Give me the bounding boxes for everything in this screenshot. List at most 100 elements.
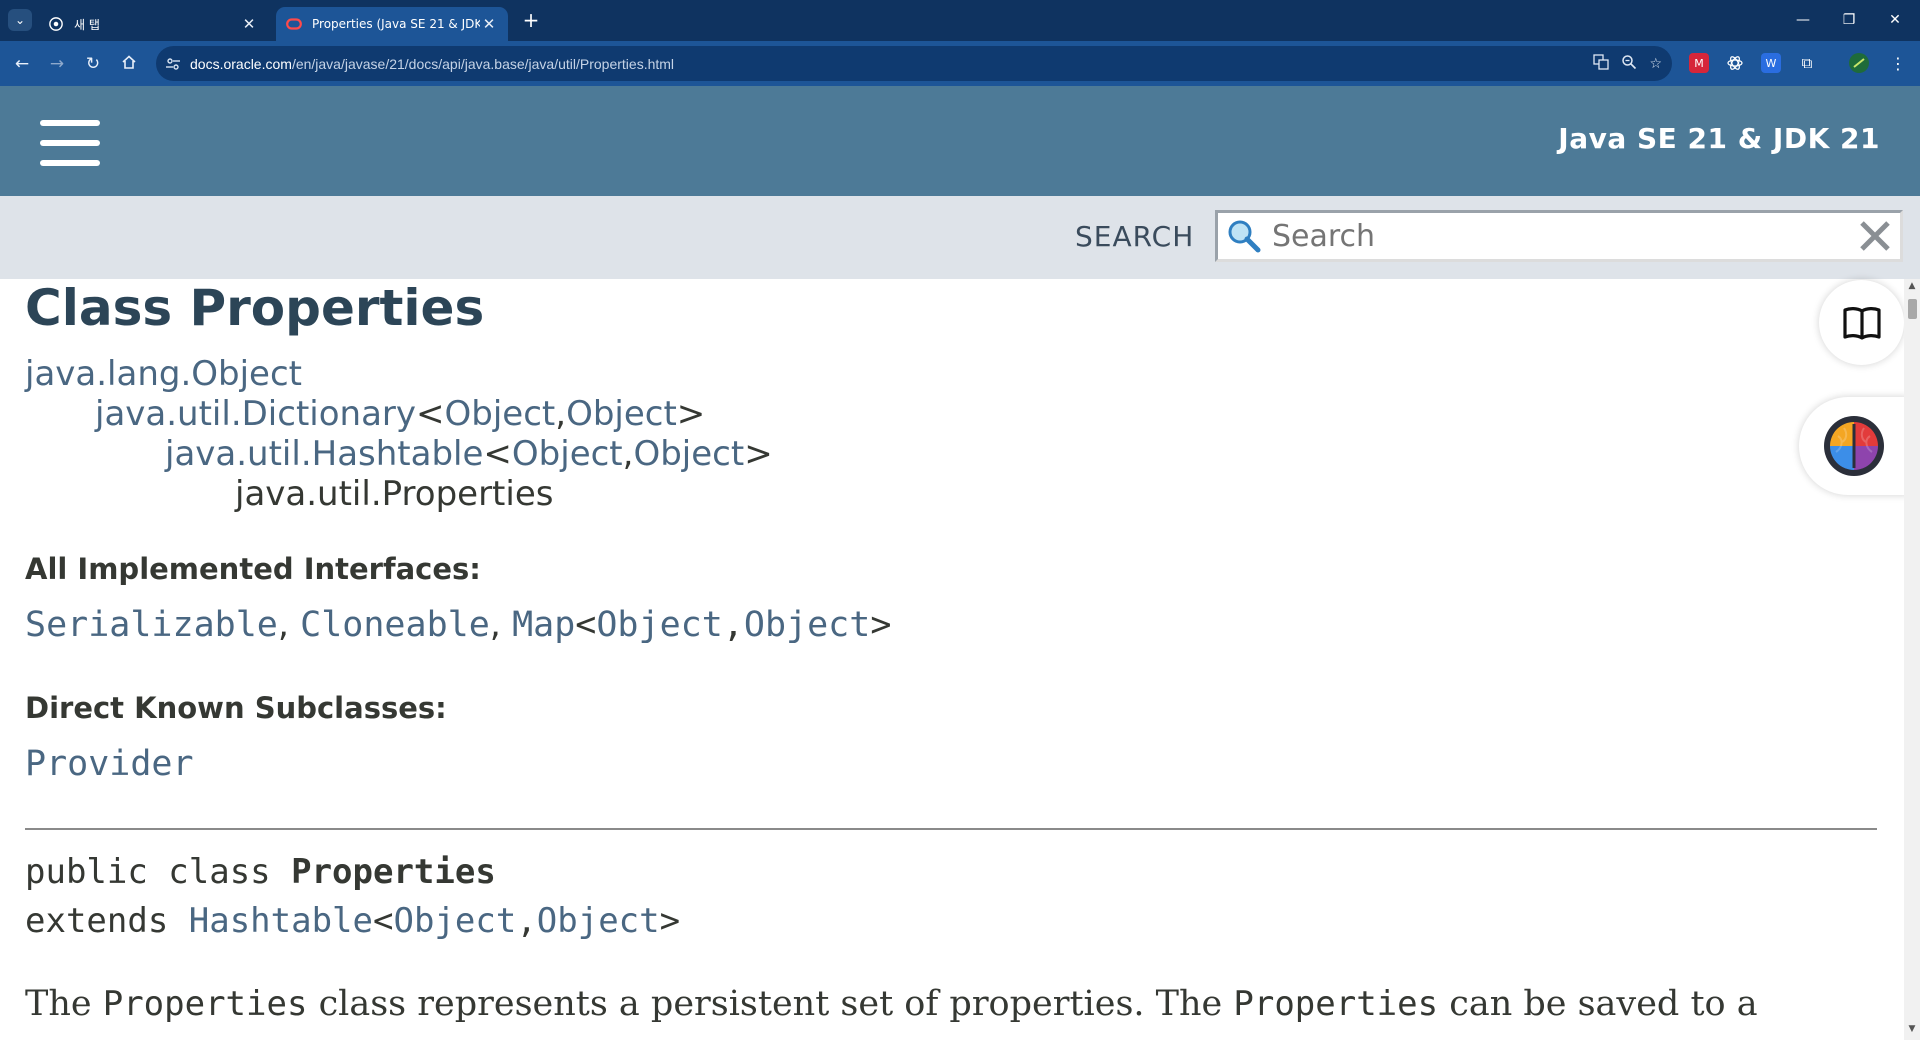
reload-icon: ↻ <box>85 54 101 74</box>
object-link[interactable]: Object <box>633 434 744 474</box>
open-book-icon <box>1842 306 1881 340</box>
type-bracket: > <box>870 605 892 645</box>
class-name: Properties <box>291 852 496 892</box>
arrow-left-icon: ← <box>14 54 30 74</box>
type-bracket: < <box>373 901 394 941</box>
profile-avatar[interactable] <box>1849 53 1869 73</box>
reader-mode-button[interactable] <box>1819 280 1904 365</box>
scroll-up-arrow-icon[interactable]: ▲ <box>1904 281 1920 295</box>
close-tab-icon[interactable]: ✕ <box>480 15 498 33</box>
bookmark-star-icon[interactable]: ☆ <box>1649 56 1662 72</box>
ai-assistant-button[interactable] <box>1799 397 1909 495</box>
reload-button[interactable]: ↻ <box>80 51 106 77</box>
interfaces-heading: All Implemented Interfaces: <box>25 552 481 586</box>
provider-link[interactable]: Provider <box>25 744 194 784</box>
class-signature-line-2: extends Hashtable<Object,Object> <box>25 901 680 941</box>
extension-w-icon[interactable]: W <box>1761 53 1781 73</box>
object-link[interactable]: Object <box>512 434 623 474</box>
object-link[interactable]: Object <box>393 901 516 941</box>
close-window-button[interactable]: ✕ <box>1872 6 1918 34</box>
search-field[interactable] <box>1215 210 1903 262</box>
type-separator: , <box>622 434 634 474</box>
extends-keyword: extends <box>25 901 189 941</box>
type-bracket: < <box>575 605 597 645</box>
more-menu-icon[interactable]: ⋮ <box>1888 53 1908 73</box>
inheritance-tree-level-0: java.lang.Object <box>25 354 302 394</box>
brain-icon <box>1824 416 1884 476</box>
interfaces-list: Serializable, Cloneable, Map<Object,Obje… <box>25 605 891 645</box>
tab-search-button[interactable]: ⌄ <box>8 9 32 31</box>
serializable-link[interactable]: Serializable <box>25 605 278 645</box>
extension-m-icon[interactable]: M <box>1689 53 1709 73</box>
url-host: docs.oracle.com <box>190 55 292 72</box>
object-link[interactable]: Object <box>596 605 722 645</box>
java-lang-object-link[interactable]: java.lang.Object <box>25 354 302 394</box>
inheritance-tree-level-1: java.util.Dictionary<Object,Object> <box>95 394 705 434</box>
close-tab-icon[interactable]: ✕ <box>240 15 258 33</box>
type-separator: , <box>555 394 567 434</box>
type-bracket: > <box>659 901 681 941</box>
map-link[interactable]: Map <box>512 605 575 645</box>
home-button[interactable] <box>116 51 142 77</box>
current-class-name: java.util.Properties <box>235 474 554 514</box>
object-link[interactable]: Object <box>445 394 556 434</box>
page-scrollbar[interactable]: ▲ ▼ <box>1904 279 1920 1040</box>
hamburger-menu-icon[interactable] <box>40 120 100 166</box>
close-icon: ✕ <box>1889 12 1901 28</box>
object-link[interactable]: Object <box>744 605 870 645</box>
inheritance-tree-level-2: java.util.Hashtable<Object,Object> <box>165 434 773 474</box>
inline-code: Properties <box>1233 984 1439 1024</box>
search-input[interactable] <box>1272 218 1832 254</box>
browser-tab-strip: ⌄ 새 탭 ✕ Properties (Java SE 21 & JDK 21)… <box>0 0 1920 41</box>
oracle-icon <box>286 16 302 32</box>
extension-atom-icon[interactable] <box>1725 53 1745 73</box>
description-text: can be saved to a <box>1438 984 1758 1024</box>
zoom-icon[interactable] <box>1621 54 1637 74</box>
extensions-puzzle-icon[interactable]: ⧉ <box>1797 53 1817 73</box>
object-link[interactable]: Object <box>537 901 660 941</box>
subclasses-list: Provider <box>25 744 194 784</box>
site-info-icon[interactable] <box>156 57 190 71</box>
chrome-icon <box>48 16 64 32</box>
hashtable-link[interactable]: Hashtable <box>189 901 373 941</box>
doc-top-nav: Java SE 21 & JDK 21 <box>0 86 1920 196</box>
browser-toolbar: ← → ↻ docs.oracle.com/en/java/javase/21/… <box>0 41 1920 86</box>
object-link[interactable]: Object <box>566 394 677 434</box>
home-icon <box>121 54 137 75</box>
tab-properties[interactable]: Properties (Java SE 21 & JDK 21) ✕ <box>276 7 508 41</box>
minimize-icon: — <box>1796 12 1810 28</box>
modifiers: public class <box>25 852 292 892</box>
minimize-button[interactable]: — <box>1780 6 1826 34</box>
inline-code: Properties <box>102 984 308 1024</box>
back-button[interactable]: ← <box>9 51 35 77</box>
class-description: Class Properties java.lang.Object java.u… <box>0 279 1904 1040</box>
cloneable-link[interactable]: Cloneable <box>300 605 490 645</box>
plus-icon: + <box>522 8 540 32</box>
url-path: /en/java/javase/21/docs/api/java.base/ja… <box>291 55 675 72</box>
tab-title: Properties (Java SE 21 & JDK 21) <box>312 17 480 31</box>
page-title: Class Properties <box>25 279 485 337</box>
search-label: SEARCH <box>1075 220 1195 253</box>
address-bar[interactable]: docs.oracle.com/en/java/javase/21/docs/a… <box>156 46 1672 81</box>
doc-sub-nav: SEARCH <box>0 196 1920 279</box>
description-paragraph: The Properties class represents a persis… <box>25 984 1758 1024</box>
translate-icon[interactable] <box>1593 53 1610 74</box>
forward-button[interactable]: → <box>44 51 70 77</box>
reset-x-icon[interactable] <box>1856 217 1894 255</box>
restore-button[interactable]: ❐ <box>1826 6 1872 34</box>
scroll-thumb[interactable] <box>1908 299 1917 319</box>
hashtable-link[interactable]: java.util.Hashtable <box>165 434 483 474</box>
horizontal-divider <box>25 828 1877 830</box>
subclasses-heading: Direct Known Subclasses: <box>25 691 447 725</box>
scroll-down-arrow-icon[interactable]: ▼ <box>1904 1024 1920 1038</box>
inheritance-tree-level-3: java.util.Properties <box>235 474 553 514</box>
list-separator: , <box>277 605 301 645</box>
restore-icon: ❐ <box>1842 12 1856 28</box>
tab-new-tab[interactable]: 새 탭 ✕ <box>38 7 268 41</box>
dictionary-link[interactable]: java.util.Dictionary <box>95 394 416 434</box>
about-language: Java SE 21 & JDK 21 <box>1558 122 1880 155</box>
description-text: The <box>25 984 103 1024</box>
class-signature-line-1: public class Properties <box>25 852 496 892</box>
new-tab-button[interactable]: + <box>519 8 543 32</box>
description-text: class represents a persistent set of pro… <box>307 984 1234 1024</box>
